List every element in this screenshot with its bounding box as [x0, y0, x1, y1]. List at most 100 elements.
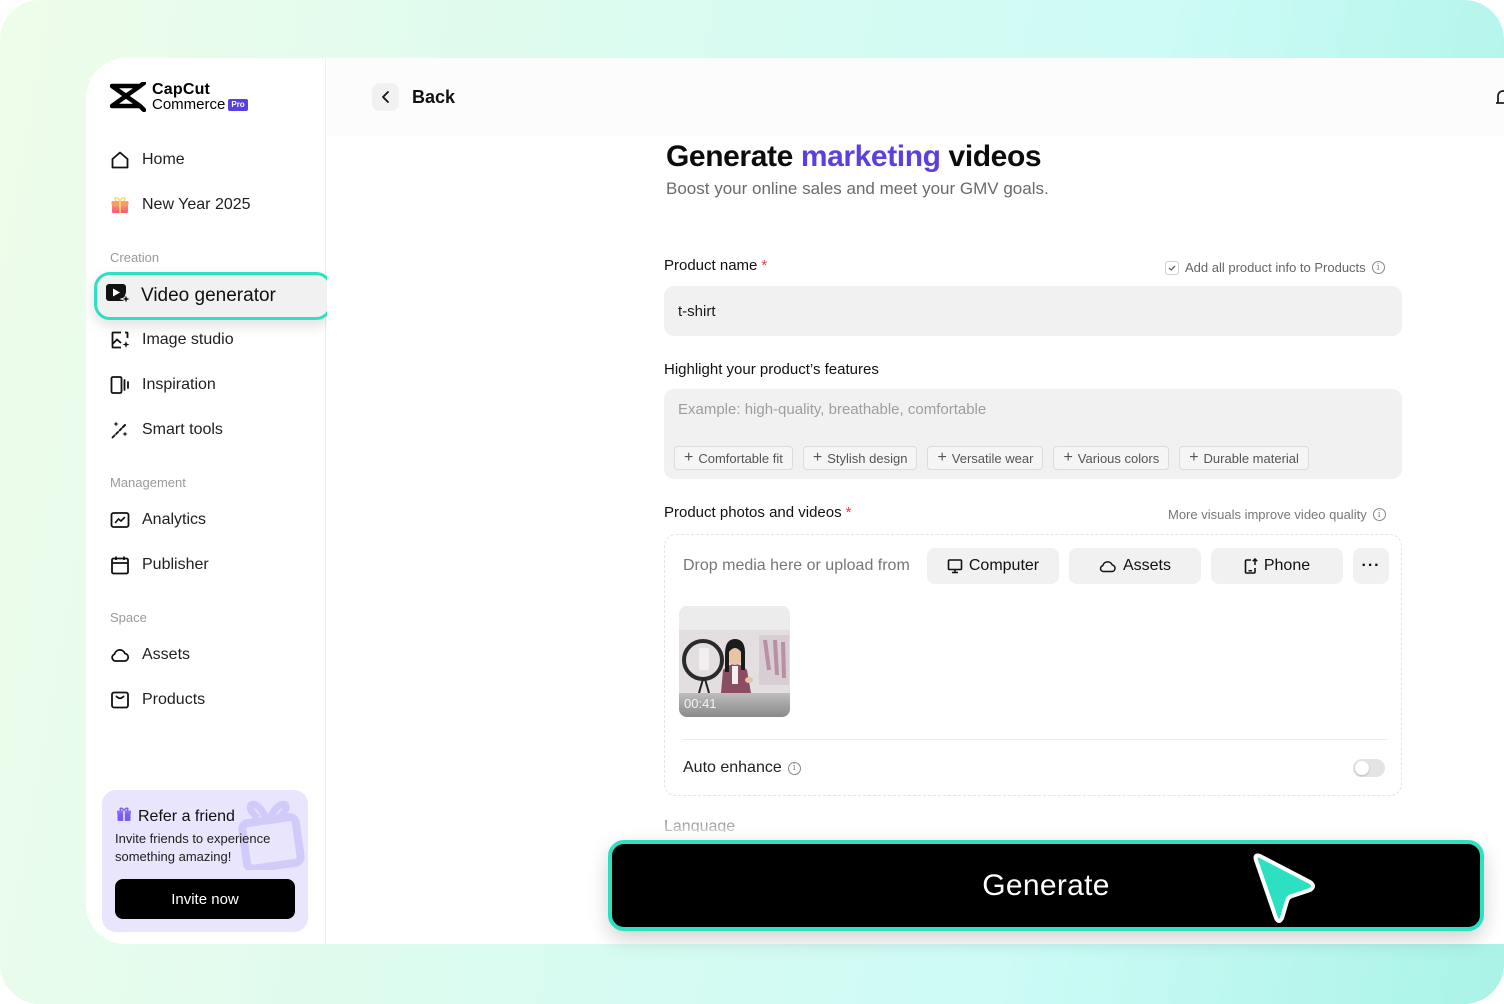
video-preview — [679, 630, 790, 694]
divider — [682, 739, 1387, 740]
media-hint: More visuals improve video quality i — [1168, 507, 1386, 522]
sidebar-item-home[interactable]: Home — [110, 148, 185, 172]
required-asterisk: * — [761, 257, 768, 274]
section-label-management: Management — [110, 475, 186, 490]
notification-bell-icon[interactable] — [1496, 88, 1504, 108]
home-icon — [110, 150, 130, 170]
info-icon[interactable]: i — [1372, 508, 1386, 521]
sidebar-item-inspiration[interactable]: Inspiration — [110, 373, 216, 397]
sidebar-item-publisher[interactable]: Publisher — [110, 553, 209, 577]
sidebar: CapCut Commerce Pro Home New Year 2025 C… — [86, 58, 332, 944]
info-icon[interactable]: i — [1371, 261, 1385, 274]
plus-icon: + — [812, 449, 823, 466]
section-label-creation: Creation — [110, 250, 160, 265]
capcut-commerce-logo[interactable]: CapCut Commerce Pro — [110, 82, 248, 112]
calendar-icon — [110, 555, 130, 575]
monitor-icon — [947, 559, 963, 574]
video-frame-illustration — [679, 630, 790, 694]
media-label: Product photos and videos * — [664, 504, 852, 521]
info-icon[interactable]: i — [787, 761, 801, 775]
sidebar-item-label: Publisher — [142, 556, 209, 573]
sidebar-item-label: Image studio — [142, 331, 234, 348]
product-name-label: Product name * — [664, 257, 768, 274]
capcut-logo-icon — [110, 82, 146, 112]
required-asterisk: * — [845, 504, 852, 521]
upload-computer-button[interactable]: Computer — [927, 548, 1059, 584]
suggestion-chip[interactable]: + Comfortable fit — [674, 446, 793, 470]
brand-name: CapCut — [152, 81, 211, 98]
suggestion-chip[interactable]: + Stylish design — [802, 446, 918, 470]
back-button[interactable] — [372, 83, 399, 111]
sidebar-item-products[interactable]: Products — [110, 688, 205, 712]
magic-wand-icon — [110, 420, 130, 440]
box-icon — [110, 690, 130, 710]
more-options-button[interactable]: ··· — [1353, 548, 1389, 584]
sidebar-item-label: Assets — [142, 646, 191, 663]
media-dropzone[interactable]: Drop media here or upload from Computer … — [664, 534, 1402, 796]
sidebar-item-label: Inspiration — [142, 376, 216, 393]
analytics-icon — [110, 510, 130, 530]
auto-enhance-label: Auto enhance i — [683, 759, 801, 777]
add-product-info-checkbox[interactable]: Add all product info to Products i — [1165, 260, 1385, 275]
sidebar-item-label: Analytics — [142, 511, 207, 528]
sidebar-item-label: Video generator — [141, 285, 276, 306]
brand-subname: Commerce — [152, 96, 226, 113]
page-subtitle: Boost your online sales and meet your GM… — [666, 179, 1049, 198]
features-field: +Comfortable fit +Stylish design +Versat… — [664, 389, 1402, 479]
media-thumbnail[interactable]: 00:41 — [679, 606, 790, 717]
gift-icon — [116, 806, 132, 827]
app-window: CapCut Commerce Pro Home New Year 2025 C… — [86, 58, 1504, 944]
checkbox-checked[interactable] — [1165, 260, 1179, 275]
title-accent: marketing — [800, 140, 941, 173]
page-title: Generate marketing videos — [666, 140, 1042, 173]
upload-assets-button[interactable]: Assets — [1069, 548, 1201, 584]
check-icon — [1168, 265, 1176, 271]
cloud-icon — [1099, 561, 1116, 573]
plus-icon: + — [937, 449, 947, 466]
image-sparkle-icon — [110, 330, 130, 350]
refer-title: Refer a friend — [138, 807, 235, 825]
sidebar-item-label: Home — [142, 151, 185, 168]
sidebar-item-new-year[interactable]: New Year 2025 — [110, 193, 251, 217]
feature-suggestions: + Comfortable fit + Stylish design + Versat… — [674, 446, 1309, 470]
sidebar-item-assets[interactable]: Assets — [110, 643, 190, 667]
cloud-icon — [110, 645, 130, 665]
invite-now-button[interactable]: Invite now — [115, 879, 295, 919]
plus-icon: + — [1189, 449, 1199, 466]
refer-a-friend-card: Refer a friend Invite friends to experie… — [102, 790, 308, 932]
suggestion-chip[interactable]: + Versatile wear — [927, 446, 1044, 470]
gift-icon — [110, 195, 130, 215]
video-duration: 00:41 — [684, 696, 717, 711]
plus-icon: + — [684, 449, 694, 466]
auto-enhance-toggle[interactable] — [1353, 759, 1385, 777]
sidebar-item-label: Smart tools — [142, 421, 223, 438]
suggestion-chip[interactable]: + Various colors — [1053, 446, 1170, 470]
drop-text: Drop media here or upload from — [683, 557, 910, 574]
add-info-label: Add all product info to Products — [1185, 260, 1366, 275]
video-sparkle-icon — [105, 282, 133, 310]
phone-upload-icon — [1244, 558, 1258, 574]
mouse-pointer-icon — [1253, 853, 1315, 923]
pro-badge: Pro — [228, 98, 248, 111]
features-input[interactable] — [664, 389, 1402, 429]
language-label: Language — [664, 818, 736, 832]
features-label: Highlight your product’s features — [664, 361, 879, 378]
refer-description: Invite friends to experience something a… — [115, 831, 271, 864]
chevron-left-icon — [381, 91, 389, 103]
generate-button[interactable]: Generate — [608, 840, 1484, 931]
sidebar-item-image-studio[interactable]: Image studio — [110, 328, 234, 352]
inspiration-icon — [110, 375, 130, 395]
upload-phone-button[interactable]: Phone — [1211, 548, 1343, 584]
sidebar-item-video-generator[interactable]: Video generator — [94, 272, 332, 320]
suggestion-chip[interactable]: + Durable material — [1179, 446, 1309, 470]
sidebar-item-analytics[interactable]: Analytics — [110, 508, 206, 532]
sidebar-item-label: Products — [142, 691, 206, 708]
product-name-input[interactable] — [664, 286, 1402, 336]
sidebar-item-smart-tools[interactable]: Smart tools — [110, 418, 223, 442]
main-content: Back Generate marketing videos Boost you… — [327, 58, 1504, 944]
plus-icon: + — [1063, 449, 1073, 466]
back-label[interactable]: Back — [412, 87, 455, 108]
top-bar: Back — [327, 58, 1504, 136]
section-label-space: Space — [110, 610, 147, 625]
more-icon: ··· — [1361, 557, 1381, 574]
